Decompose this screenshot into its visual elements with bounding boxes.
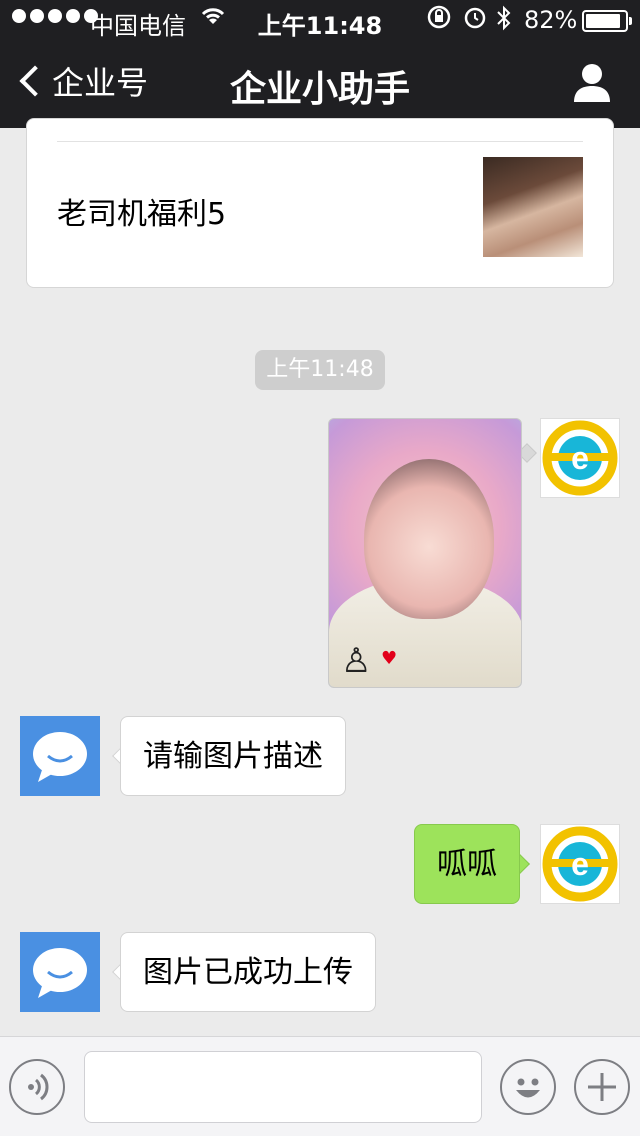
divider (57, 141, 583, 142)
e-logo-icon: e (542, 826, 618, 902)
svg-text:e: e (571, 440, 589, 476)
heart-icon: ♥ (381, 648, 398, 669)
my-avatar[interactable]: e (540, 824, 620, 904)
rotation-lock-icon (426, 4, 452, 36)
bot-avatar[interactable] (20, 716, 100, 796)
photo-face (364, 459, 494, 619)
my-message[interactable]: 呱呱 (414, 824, 520, 904)
bot-message[interactable]: 请输图片描述 (120, 716, 346, 796)
e-logo-icon: e (542, 420, 618, 496)
my-avatar[interactable]: e (540, 418, 620, 498)
voice-button[interactable] (9, 1059, 65, 1115)
battery-icon (582, 10, 632, 32)
battery-percent: 82% (524, 6, 578, 34)
voice-icon (28, 1073, 49, 1101)
input-bar (0, 1036, 640, 1136)
emoji-button[interactable] (500, 1059, 556, 1115)
article-headline: 老司机福利5 (57, 197, 227, 232)
image-message[interactable]: ♙ ♥ (328, 418, 522, 688)
chat-bubble-icon (33, 732, 87, 782)
nav-bar: 企业号 企业小助手 (0, 40, 640, 128)
bot-message[interactable]: 图片已成功上传 (120, 932, 376, 1012)
smiley-icon (516, 1078, 540, 1098)
bluetooth-icon (494, 4, 514, 38)
message-input[interactable] (84, 1051, 482, 1123)
chat-bubble-icon (33, 948, 87, 998)
person-icon (574, 64, 610, 102)
stick-figure-icon: ♙ (341, 641, 372, 681)
bot-avatar[interactable] (20, 932, 100, 1012)
alarm-icon (462, 4, 488, 36)
more-button[interactable] (574, 1059, 630, 1115)
svg-text:e: e (571, 846, 589, 882)
article-card[interactable]: 老司机福利5 (26, 118, 614, 288)
message-timestamp: 上午11:48 (255, 350, 385, 390)
status-bar: 中国电信 上午11:48 82% (0, 0, 640, 40)
top-bar: 中国电信 上午11:48 82% 企业号 企业小助手 (0, 0, 640, 128)
article-thumbnail (483, 157, 583, 257)
page-title: 企业小助手 (229, 69, 410, 110)
profile-button[interactable] (572, 62, 612, 104)
plus-icon (588, 1073, 616, 1101)
